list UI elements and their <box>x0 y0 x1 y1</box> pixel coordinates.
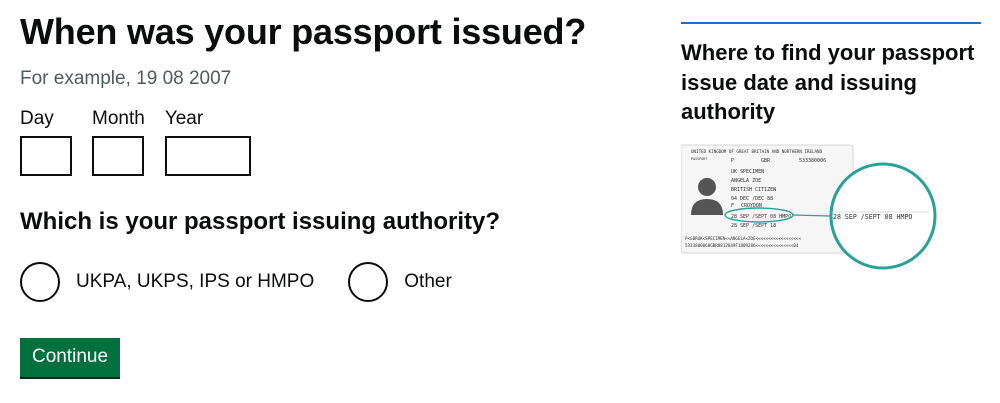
day-item: Day <box>20 108 72 176</box>
authority-title: Which is your passport issuing authority… <box>20 207 501 235</box>
month-item: Month <box>92 108 145 176</box>
passport-issue-date: 28 SEP /SEPT 08 HMPO <box>731 214 791 220</box>
date-input-group: Day Month Year <box>20 108 620 176</box>
day-label: Day <box>20 107 54 129</box>
continue-button[interactable]: Continue <box>20 338 121 377</box>
radio-option-other[interactable]: Other <box>348 261 452 302</box>
zoom-issue-date: 28 SEP /SEPT 08 HMPO <box>833 213 912 221</box>
month-label: Month <box>92 107 145 129</box>
passport-code: GBR <box>761 158 771 164</box>
radio-option-ukpa[interactable]: UKPA, UKPS, IPS or HMPO <box>20 261 314 302</box>
day-input[interactable] <box>20 135 72 176</box>
page-title: When was your passport issued? <box>20 11 587 52</box>
passport-header: UNITED KINGDOM OF GREAT BRITAIN AND NORT… <box>691 149 823 154</box>
radio-button-ukpa[interactable] <box>20 261 60 302</box>
passport-mrz-line-2: 5333800068GBR8812049F1809286<<<<<<<<<<<<… <box>685 243 799 248</box>
passport-sex: F <box>731 203 734 209</box>
radio-label-other[interactable]: Other <box>404 271 452 293</box>
year-label: Year <box>164 107 204 129</box>
radio-button-other[interactable] <box>348 261 389 302</box>
passport-mrz-line-1: P<GBRUK<SPECIMEN<<ANGELA<ZOE<<<<<<<<<<<<… <box>685 236 801 241</box>
passport-type: P <box>731 158 734 164</box>
passport-nationality: BRITISH CITIZEN <box>731 187 776 193</box>
passport-surname: UK SPECIMEN <box>731 169 764 175</box>
question-form: When was your passport issued? For examp… <box>20 0 620 377</box>
month-input[interactable] <box>92 135 144 176</box>
help-aside: Where to find your passport issue date a… <box>681 22 981 127</box>
passport-illustration: UNITED KINGDOM OF GREAT BRITAIN AND NORT… <box>681 144 937 270</box>
passport-dob: 04 DEC /DEC 88 <box>731 196 773 202</box>
authority-radios: UKPA, UKPS, IPS or HMPO Other <box>20 261 620 302</box>
year-item: Year <box>164 107 251 176</box>
radio-label-ukpa[interactable]: UKPA, UKPS, IPS or HMPO <box>76 271 314 293</box>
passport-number: 533380006 <box>799 158 826 164</box>
year-input[interactable] <box>164 135 251 176</box>
aside-title: Where to find your passport issue date a… <box>681 40 975 125</box>
passport-expiry: 28 SEP /SEPT 18 <box>731 223 776 229</box>
date-hint: For example, 19 08 2007 <box>20 67 232 89</box>
passport-given: ANGELA ZOE <box>731 178 761 184</box>
passport-type-label: PASSPORT <box>691 157 707 161</box>
